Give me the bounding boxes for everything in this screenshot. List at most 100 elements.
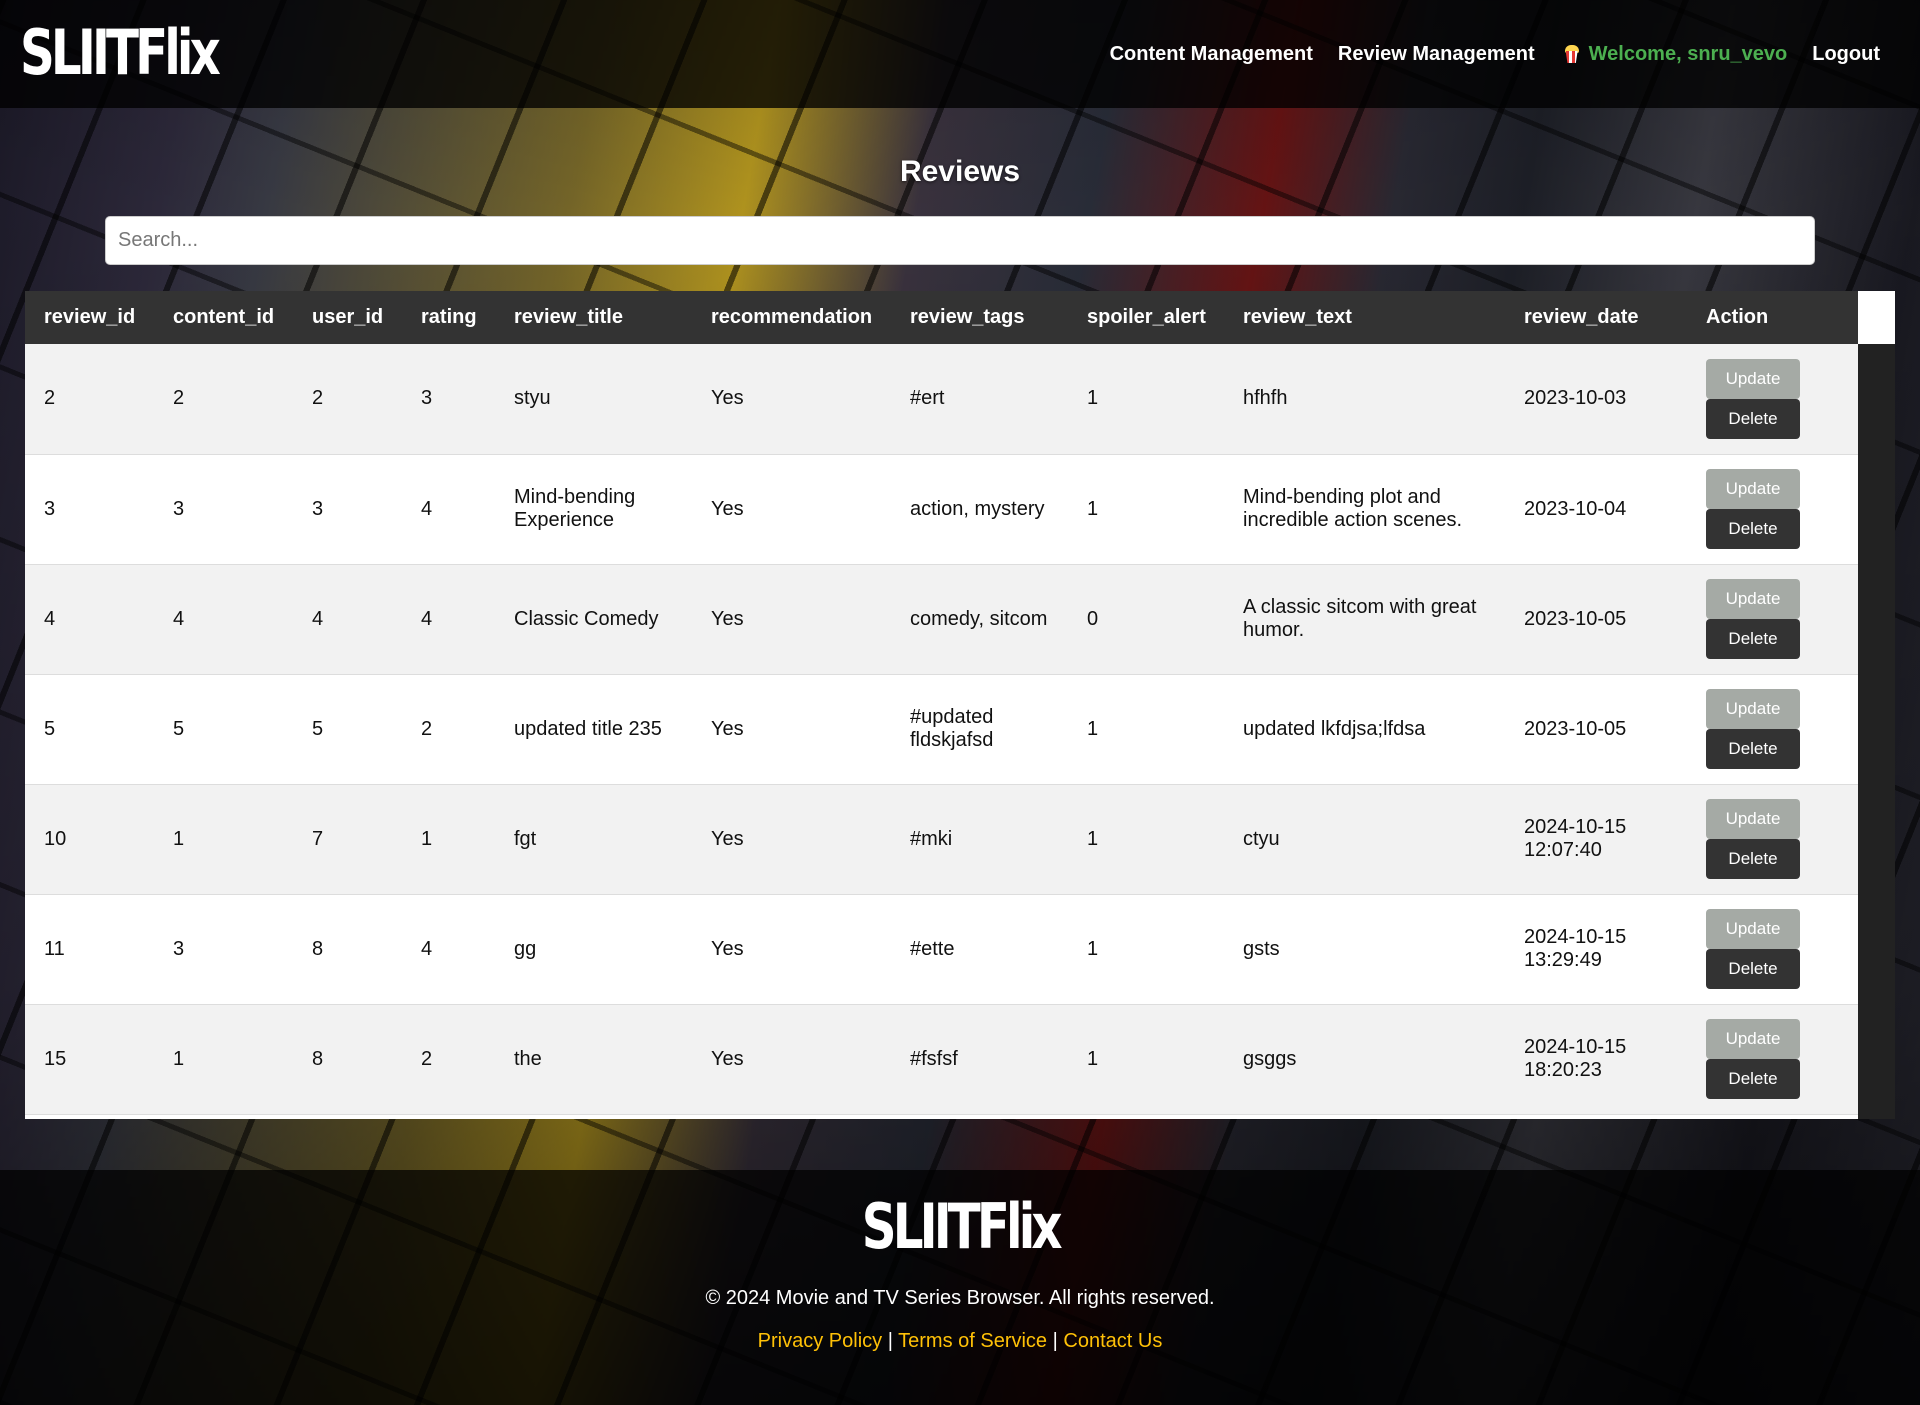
delete-button[interactable]: Delete <box>1706 398 1800 439</box>
cell-rating: 3 <box>421 387 433 410</box>
nav-review-management[interactable]: Review Management <box>1338 43 1535 66</box>
cell-review-date: 2023-10-05 <box>1524 607 1627 630</box>
update-button[interactable]: Update <box>1706 1019 1800 1059</box>
cell-spoiler-alert: 1 <box>1087 937 1099 960</box>
cell-rating: 2 <box>421 717 433 740</box>
table-row: 4 4 4 4 Classic Comedy Yes comedy, sitco… <box>25 564 1858 674</box>
welcome-text: Welcome, snru_vevo <box>1588 42 1788 65</box>
contact-us-link[interactable]: Contact Us <box>1063 1330 1162 1352</box>
update-button[interactable]: Update <box>1706 909 1800 949</box>
cell-action: Update Delete <box>1687 674 1858 784</box>
column-header-review-tags: review_tags <box>910 306 1025 328</box>
cell-review-text: ctyu <box>1243 827 1280 850</box>
cell-action: Update Delete <box>1687 344 1858 454</box>
welcome-message: Welcome, snru_vevo <box>1564 42 1788 66</box>
cell-review-text: Mind-bending plot and incredible action … <box>1243 486 1463 531</box>
delete-button[interactable]: Delete <box>1706 729 1800 769</box>
update-button[interactable]: Update <box>1706 799 1800 839</box>
cell-review-tags: #ette <box>910 937 955 960</box>
update-button[interactable]: Update <box>1706 579 1800 619</box>
cell-review-tags: comedy, sitcom <box>910 607 1048 630</box>
copyright-text: © 2024 Movie and TV Series Browser. All … <box>705 1287 1215 1309</box>
cell-review-title: Classic Comedy <box>514 607 659 630</box>
cell-rating: 4 <box>421 497 433 520</box>
cell-action: Update Delete <box>1687 784 1858 894</box>
delete-button[interactable]: Delete <box>1706 839 1800 879</box>
cell-user-id: 4 <box>312 607 324 630</box>
table-header-row: review_id content_id user_id rating revi… <box>25 291 1858 344</box>
cell-user-id: 3 <box>312 497 324 520</box>
page-footer: SLIITFlix © 2024 Movie and TV Series Bro… <box>0 1170 1920 1405</box>
cell-review-title: Mind-bending Experience <box>514 486 636 531</box>
cell-user-id: 2 <box>312 387 324 410</box>
cell-review-tags: #fsfsf <box>910 1047 958 1070</box>
cell-recommendation: Yes <box>711 717 744 740</box>
table-row: 5 5 5 2 updated title 235 Yes #updated f… <box>25 674 1858 784</box>
cell-review-date: 2024-10-15 12:07:40 <box>1524 816 1627 861</box>
update-button[interactable]: Update <box>1706 469 1800 509</box>
privacy-policy-link[interactable]: Privacy Policy <box>758 1330 882 1352</box>
site-logo[interactable]: SLIITFlix <box>20 20 221 86</box>
footer-logo-text: SLIITFlix <box>861 1190 1063 1263</box>
cell-review-date: 2023-10-03 <box>1524 387 1627 410</box>
cell-spoiler-alert: 1 <box>1087 1047 1099 1070</box>
page-title: Reviews <box>899 155 1021 188</box>
column-header-review-id: review_id <box>44 306 136 328</box>
footer-logo: SLIITFlix <box>0 1194 1920 1260</box>
footer-links: Privacy Policy | Terms of Service | Cont… <box>0 1329 1920 1353</box>
logout-link[interactable]: Logout <box>1812 43 1880 66</box>
cell-review-id: 5 <box>44 717 56 740</box>
column-header-recommendation: recommendation <box>711 306 873 328</box>
column-header-review-text: review_text <box>1243 306 1352 328</box>
cell-review-date: 2023-10-04 <box>1524 497 1627 520</box>
cell-review-tags: #updated fldskjafsd <box>910 706 994 751</box>
cell-review-tags: action, mystery <box>910 497 1045 520</box>
cell-recommendation: Yes <box>711 607 744 630</box>
delete-button[interactable]: Delete <box>1706 509 1800 549</box>
cell-review-id: 2 <box>44 387 56 410</box>
column-header-review-title: review_title <box>514 306 623 328</box>
delete-button[interactable]: Delete <box>1706 619 1800 659</box>
top-navbar: SLIITFlix Content Management Review Mana… <box>0 0 1920 108</box>
cell-user-id: 7 <box>312 827 324 850</box>
cell-review-text: gsggs <box>1243 1047 1297 1070</box>
cell-action: Update Delete <box>1687 894 1858 1004</box>
cell-review-title: updated title 235 <box>514 717 662 740</box>
cell-review-title: fgt <box>514 827 537 850</box>
column-header-rating: rating <box>421 306 477 328</box>
cell-action: Update Delete <box>1687 1004 1858 1114</box>
cell-review-text: gsts <box>1243 937 1280 960</box>
cell-review-id: 11 <box>44 937 65 960</box>
nav-content-management[interactable]: Content Management <box>1110 43 1313 66</box>
update-button[interactable]: Update <box>1706 358 1800 399</box>
table-row: 2 2 2 3 styu Yes #ert 1 hfhfh 2023-10-03… <box>25 344 1858 454</box>
cell-review-id: 3 <box>44 497 56 520</box>
cell-recommendation: Yes <box>711 827 744 850</box>
cell-spoiler-alert: 1 <box>1087 497 1099 520</box>
column-header-spoiler-alert: spoiler_alert <box>1087 306 1206 328</box>
terms-of-service-link[interactable]: Terms of Service <box>898 1330 1047 1352</box>
cell-review-id: 10 <box>44 827 67 850</box>
cell-user-id: 8 <box>312 937 324 960</box>
table-row: 11 3 8 4 gg Yes #ette 1 gsts 2024-10-15 … <box>25 894 1858 1004</box>
cell-review-tags: #mki <box>910 827 953 850</box>
cell-content-id: 1 <box>173 1047 185 1070</box>
delete-button[interactable]: Delete <box>1706 949 1800 989</box>
cell-review-date: 2023-10-05 <box>1524 717 1627 740</box>
popcorn-icon <box>1564 45 1579 63</box>
cell-review-text: updated lkfdjsa;lfdsa <box>1243 717 1426 740</box>
cell-review-id: 15 <box>44 1047 67 1070</box>
cell-recommendation: Yes <box>711 1047 744 1070</box>
cell-review-id: 4 <box>44 607 56 630</box>
column-header-review-date: review_date <box>1524 306 1639 328</box>
delete-button[interactable]: Delete <box>1706 1059 1800 1099</box>
cell-review-title: gg <box>514 937 537 960</box>
search-input[interactable] <box>105 216 1815 265</box>
cell-review-text: hfhfh <box>1243 387 1288 410</box>
update-button[interactable]: Update <box>1706 689 1800 729</box>
column-header-user-id: user_id <box>312 306 384 328</box>
cell-spoiler-alert: 1 <box>1087 387 1099 410</box>
cell-content-id: 4 <box>173 607 185 630</box>
cell-rating: 2 <box>421 1047 433 1070</box>
table-row: 10 1 7 1 fgt Yes #mki 1 ctyu 2024-10-15 … <box>25 784 1858 894</box>
